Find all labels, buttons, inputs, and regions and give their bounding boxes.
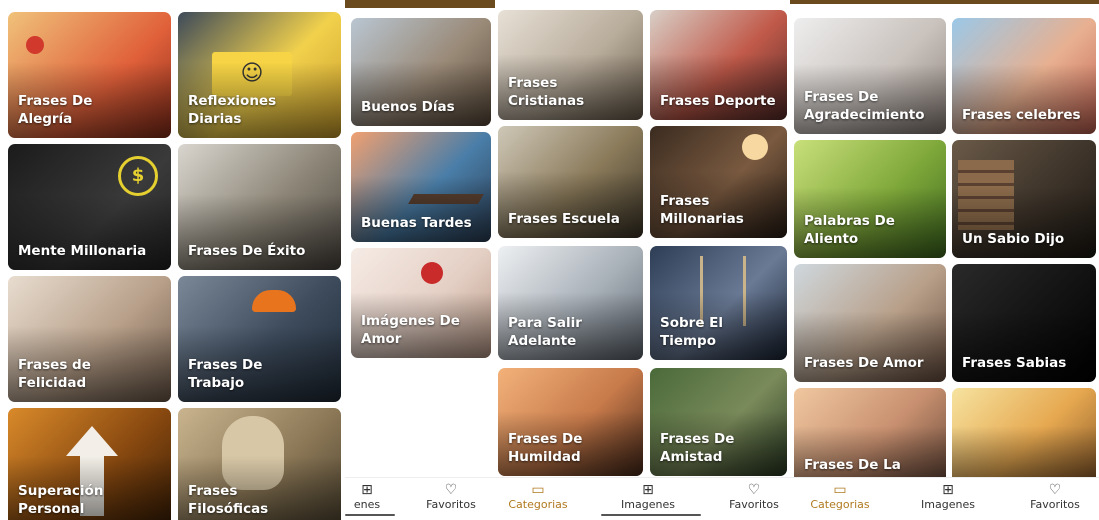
tile-label: Frases De La — [804, 457, 901, 473]
nav-label: Favoritos — [1030, 498, 1080, 511]
tile-label: Reflexiones Diarias — [188, 93, 277, 127]
category-tile[interactable]: Frases De Humildad — [498, 368, 643, 476]
nav-label: enes — [353, 498, 381, 511]
category-tile[interactable]: Frases De La — [794, 388, 946, 484]
tile-label: Frases De Agradecimiento — [804, 89, 925, 123]
nav-indicator — [345, 514, 395, 516]
tile-label: Frases De Trabajo — [188, 357, 263, 391]
tile-label: Frases Cristianas — [508, 75, 585, 109]
bottom-nav: ▭ Categorias ⊞ Imagenes ♡ Favoritos — [495, 477, 790, 520]
tile-label: Frases de Felicidad — [18, 357, 91, 391]
category-tile[interactable]: Frases De Agradecimiento — [794, 18, 946, 134]
category-tile[interactable]: Un Sabio Dijo — [952, 140, 1096, 258]
nav-label: Categorias — [508, 498, 568, 511]
nav-categorias[interactable]: ▭ Categorias — [800, 482, 880, 511]
tile-label: Frases De Alegría — [18, 93, 93, 127]
nav-imagenes[interactable]: ⊞ Imagenes — [910, 482, 986, 511]
tile-label: Mente Millonaria — [18, 243, 147, 259]
image-tile[interactable]: Imágenes De Amor — [351, 248, 491, 358]
tile-label: Frases Filosóficas — [188, 483, 269, 517]
tile-label: Frases De Amor — [804, 355, 924, 371]
balloon-shape — [26, 36, 44, 54]
tile-label: Imágenes De Amor — [361, 313, 460, 347]
category-tile[interactable]: Palabras De Aliento — [794, 140, 946, 258]
screen-categories-3: Frases De Agradecimiento Frases celebres… — [790, 0, 1099, 520]
heart-icon: ♡ — [444, 482, 458, 498]
bottom-nav: ▭ Categorias ⊞ Imagenes ♡ Favoritos — [790, 477, 1099, 520]
nav-imagenes[interactable]: ⊞ Imagenes — [613, 482, 683, 511]
nav-categorias[interactable]: ▭ Categorias — [503, 482, 573, 511]
grid-square-icon: ▭ — [833, 482, 847, 498]
nav-label: Favoritos — [729, 498, 779, 511]
nav-favoritos[interactable]: ♡ Favoritos — [1020, 482, 1090, 511]
nav-label: Categorias — [810, 498, 870, 511]
tile-label: Frases De Éxito — [188, 243, 306, 259]
image-grid-icon: ⊞ — [942, 482, 954, 498]
heart-icon: ♡ — [747, 482, 761, 498]
image-grid-icon: ⊞ — [642, 482, 654, 498]
category-tile[interactable]: ☺ Reflexiones Diarias — [178, 12, 341, 138]
hard-hat-shape — [252, 290, 296, 312]
tile-label: Buenos Días — [361, 99, 455, 115]
tile-label: Palabras De Aliento — [804, 213, 895, 247]
image-tile[interactable]: Buenos Días — [351, 18, 491, 126]
nav-favoritos[interactable]: ♡ Favoritos — [421, 482, 481, 511]
tile-label: Frases De Amistad — [660, 431, 735, 465]
tile-label: Frases Deporte — [660, 93, 776, 109]
category-tile[interactable]: Frases De Amor — [794, 264, 946, 382]
tile-label: Frases Millonarias — [660, 193, 744, 227]
category-tile[interactable]: Frases Filosóficas — [178, 408, 341, 520]
category-tile[interactable]: Frases De Alegría — [8, 12, 171, 138]
nav-label: Imagenes — [621, 498, 675, 511]
category-tile[interactable]: Frases Sabias — [952, 264, 1096, 382]
image-tile[interactable]: Buenas Tardes — [351, 132, 491, 242]
image-grid-icon: ⊞ — [361, 482, 373, 498]
category-tile[interactable]: $ Mente Millonaria — [8, 144, 171, 270]
tile-label: Un Sabio Dijo — [962, 231, 1065, 247]
category-tile[interactable] — [952, 388, 1096, 484]
nav-label: Favoritos — [426, 498, 476, 511]
arrow-up-shape — [66, 426, 118, 456]
nav-imagenes[interactable]: ⊞ enes — [347, 482, 387, 511]
nav-favoritos[interactable]: ♡ Favoritos — [721, 482, 787, 511]
category-tile[interactable]: Frases De Éxito — [178, 144, 341, 270]
top-bar — [345, 0, 495, 8]
tile-label: Frases celebres — [962, 107, 1081, 123]
category-tile[interactable]: Frases celebres — [952, 18, 1096, 134]
screen-images: Buenos Días Buenas Tardes Imágenes De Am… — [345, 0, 495, 520]
nav-indicator — [601, 514, 701, 516]
tile-label: Frases De Humildad — [508, 431, 583, 465]
tile-label: Para Salir Adelante — [508, 315, 582, 349]
top-bar — [790, 0, 1099, 4]
category-tile[interactable]: Frases De Trabajo — [178, 276, 341, 402]
nav-label: Imagenes — [921, 498, 975, 511]
category-tile[interactable]: Frases De Amistad — [650, 368, 787, 476]
category-tile[interactable]: Frases Cristianas — [498, 10, 643, 120]
dollar-coin-icon: $ — [118, 156, 158, 196]
tile-label: Frases Sabias — [962, 355, 1067, 371]
heart-icon: ♡ — [1048, 482, 1062, 498]
screen-categories-2: Frases Cristianas Frases Deporte Frases … — [495, 0, 790, 520]
screen-categories-1: Frases De Alegría ☺ Reflexiones Diarias … — [0, 0, 345, 520]
bottom-nav: ⊞ enes ♡ Favoritos — [345, 477, 495, 520]
rose-shape — [421, 262, 443, 284]
tile-label: Superación Personal — [18, 483, 104, 517]
category-tile[interactable]: Superación Personal — [8, 408, 171, 520]
category-tile[interactable]: Sobre El Tiempo — [650, 246, 787, 360]
grid-square-icon: ▭ — [531, 482, 545, 498]
category-tile[interactable]: Frases Millonarias — [650, 126, 787, 238]
tile-label: Buenas Tardes — [361, 215, 472, 231]
lamp-shape — [742, 134, 768, 160]
tile-label: Sobre El Tiempo — [660, 315, 724, 349]
category-tile[interactable]: Frases de Felicidad — [8, 276, 171, 402]
category-tile[interactable]: Frases Escuela — [498, 126, 643, 238]
category-tile[interactable]: Para Salir Adelante — [498, 246, 643, 360]
tile-label: Frases Escuela — [508, 211, 620, 227]
category-tile[interactable]: Frases Deporte — [650, 10, 787, 120]
